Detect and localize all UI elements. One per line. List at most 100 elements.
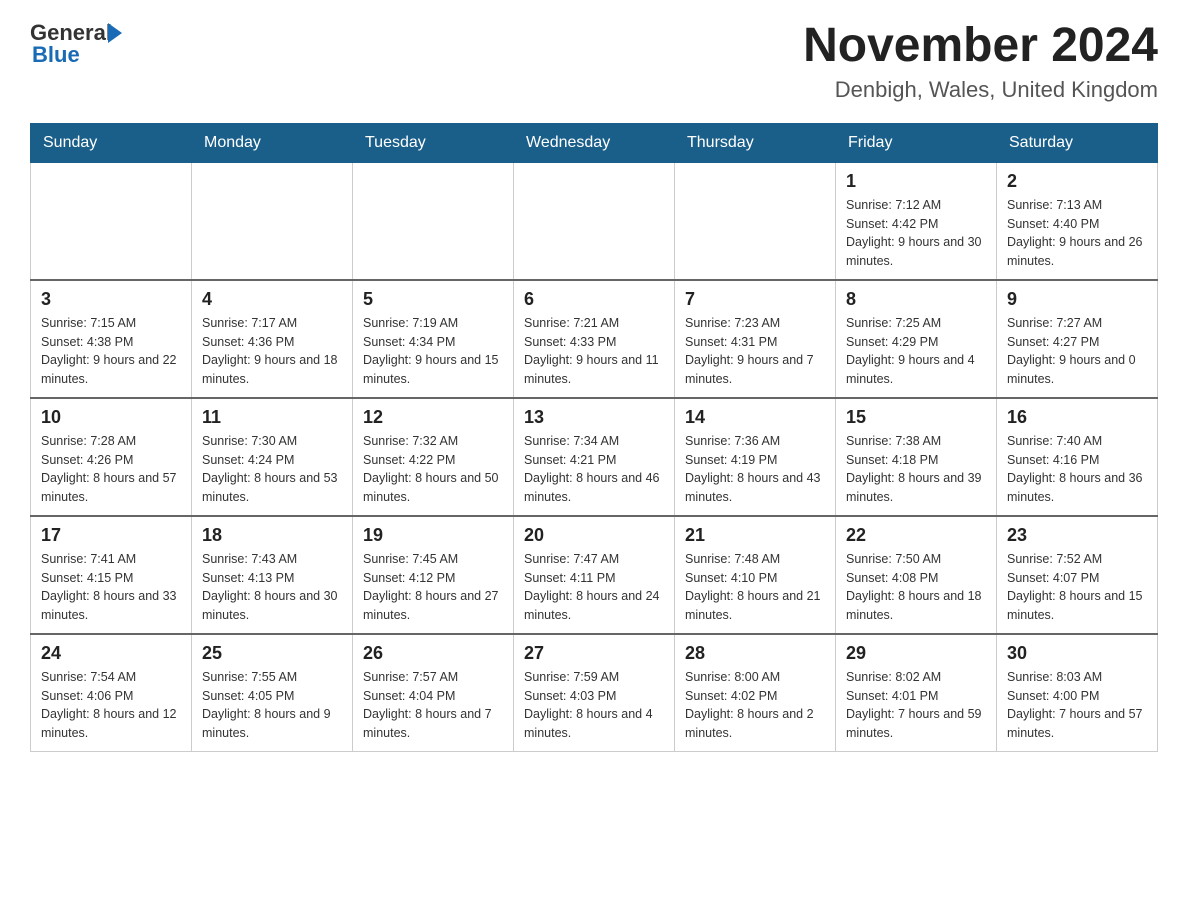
- day-info: Sunrise: 7:17 AMSunset: 4:36 PMDaylight:…: [202, 314, 342, 389]
- day-info: Sunrise: 7:57 AMSunset: 4:04 PMDaylight:…: [363, 668, 503, 743]
- table-row: 19 Sunrise: 7:45 AMSunset: 4:12 PMDayligh…: [353, 516, 514, 634]
- calendar-week-4: 17 Sunrise: 7:41 AMSunset: 4:15 PMDayligh…: [31, 516, 1158, 634]
- day-info: Sunrise: 7:38 AMSunset: 4:18 PMDaylight:…: [846, 432, 986, 507]
- table-row: 6 Sunrise: 7:21 AMSunset: 4:33 PMDaylight…: [514, 280, 675, 398]
- day-info: Sunrise: 7:43 AMSunset: 4:13 PMDaylight:…: [202, 550, 342, 625]
- table-row: 2 Sunrise: 7:13 AMSunset: 4:40 PMDaylight…: [997, 162, 1158, 280]
- calendar-title: November 2024: [803, 20, 1158, 73]
- col-monday: Monday: [192, 123, 353, 162]
- day-info: Sunrise: 7:23 AMSunset: 4:31 PMDaylight:…: [685, 314, 825, 389]
- day-number: 1: [846, 171, 986, 192]
- day-number: 17: [41, 525, 181, 546]
- day-number: 18: [202, 525, 342, 546]
- day-info: Sunrise: 7:45 AMSunset: 4:12 PMDaylight:…: [363, 550, 503, 625]
- day-info: Sunrise: 7:15 AMSunset: 4:38 PMDaylight:…: [41, 314, 181, 389]
- day-info: Sunrise: 7:13 AMSunset: 4:40 PMDaylight:…: [1007, 196, 1147, 271]
- day-info: Sunrise: 7:25 AMSunset: 4:29 PMDaylight:…: [846, 314, 986, 389]
- table-row: 21 Sunrise: 7:48 AMSunset: 4:10 PMDayligh…: [675, 516, 836, 634]
- table-row: 13Sunrise: 7:34 AMSunset: 4:21 PMDayligh…: [514, 398, 675, 516]
- table-row: [192, 162, 353, 280]
- table-row: [353, 162, 514, 280]
- day-info: Sunrise: 7:12 AMSunset: 4:42 PMDaylight:…: [846, 196, 986, 271]
- day-number: 29: [846, 643, 986, 664]
- col-wednesday: Wednesday: [514, 123, 675, 162]
- day-info: Sunrise: 7:59 AMSunset: 4:03 PMDaylight:…: [524, 668, 664, 743]
- table-row: 24 Sunrise: 7:54 AMSunset: 4:06 PMDayligh…: [31, 634, 192, 752]
- table-row: 3 Sunrise: 7:15 AMSunset: 4:38 PMDaylight…: [31, 280, 192, 398]
- table-row: 14 Sunrise: 7:36 AMSunset: 4:19 PMDayligh…: [675, 398, 836, 516]
- day-number: 28: [685, 643, 825, 664]
- table-row: 9 Sunrise: 7:27 AMSunset: 4:27 PMDaylight…: [997, 280, 1158, 398]
- day-info: Sunrise: 8:00 AMSunset: 4:02 PMDaylight:…: [685, 668, 825, 743]
- table-row: 27Sunrise: 7:59 AMSunset: 4:03 PMDayligh…: [514, 634, 675, 752]
- day-number: 4: [202, 289, 342, 310]
- logo-arrow-icon: [108, 23, 122, 43]
- day-info: Sunrise: 7:30 AMSunset: 4:24 PMDaylight:…: [202, 432, 342, 507]
- day-number: 20: [524, 525, 664, 546]
- table-row: 5Sunrise: 7:19 AMSunset: 4:34 PMDaylight…: [353, 280, 514, 398]
- day-number: 19: [363, 525, 503, 546]
- day-info: Sunrise: 7:28 AMSunset: 4:26 PMDaylight:…: [41, 432, 181, 507]
- day-number: 5: [363, 289, 503, 310]
- table-row: 11 Sunrise: 7:30 AMSunset: 4:24 PMDayligh…: [192, 398, 353, 516]
- table-row: 16Sunrise: 7:40 AMSunset: 4:16 PMDayligh…: [997, 398, 1158, 516]
- day-number: 12: [363, 407, 503, 428]
- day-number: 6: [524, 289, 664, 310]
- table-row: 28 Sunrise: 8:00 AMSunset: 4:02 PMDayligh…: [675, 634, 836, 752]
- table-row: 26 Sunrise: 7:57 AMSunset: 4:04 PMDayligh…: [353, 634, 514, 752]
- day-number: 26: [363, 643, 503, 664]
- day-info: Sunrise: 7:36 AMSunset: 4:19 PMDaylight:…: [685, 432, 825, 507]
- logo-icon: General Blue: [30, 20, 122, 68]
- day-number: 9: [1007, 289, 1147, 310]
- day-number: 10: [41, 407, 181, 428]
- table-row: 10 Sunrise: 7:28 AMSunset: 4:26 PMDayligh…: [31, 398, 192, 516]
- table-row: 17 Sunrise: 7:41 AMSunset: 4:15 PMDayligh…: [31, 516, 192, 634]
- day-number: 11: [202, 407, 342, 428]
- calendar-week-3: 10 Sunrise: 7:28 AMSunset: 4:26 PMDayligh…: [31, 398, 1158, 516]
- col-tuesday: Tuesday: [353, 123, 514, 162]
- day-info: Sunrise: 7:48 AMSunset: 4:10 PMDaylight:…: [685, 550, 825, 625]
- day-info: Sunrise: 8:03 AMSunset: 4:00 PMDaylight:…: [1007, 668, 1147, 743]
- calendar-week-2: 3 Sunrise: 7:15 AMSunset: 4:38 PMDaylight…: [31, 280, 1158, 398]
- day-info: Sunrise: 8:02 AMSunset: 4:01 PMDaylight:…: [846, 668, 986, 743]
- day-info: Sunrise: 7:21 AMSunset: 4:33 PMDaylight:…: [524, 314, 664, 389]
- day-number: 15: [846, 407, 986, 428]
- calendar-subtitle: Denbigh, Wales, United Kingdom: [803, 77, 1158, 103]
- table-row: 29 Sunrise: 8:02 AMSunset: 4:01 PMDayligh…: [836, 634, 997, 752]
- day-number: 21: [685, 525, 825, 546]
- day-info: Sunrise: 7:41 AMSunset: 4:15 PMDaylight:…: [41, 550, 181, 625]
- calendar-table: Sunday Monday Tuesday Wednesday Thursday…: [30, 123, 1158, 752]
- col-saturday: Saturday: [997, 123, 1158, 162]
- table-row: 15 Sunrise: 7:38 AMSunset: 4:18 PMDayligh…: [836, 398, 997, 516]
- col-thursday: Thursday: [675, 123, 836, 162]
- table-row: 8 Sunrise: 7:25 AMSunset: 4:29 PMDaylight…: [836, 280, 997, 398]
- table-row: 23 Sunrise: 7:52 AMSunset: 4:07 PMDayligh…: [997, 516, 1158, 634]
- day-number: 3: [41, 289, 181, 310]
- col-friday: Friday: [836, 123, 997, 162]
- page-header: General Blue November 2024 Denbigh, Wale…: [30, 20, 1158, 103]
- day-info: Sunrise: 7:27 AMSunset: 4:27 PMDaylight:…: [1007, 314, 1147, 389]
- table-row: 22Sunrise: 7:50 AMSunset: 4:08 PMDayligh…: [836, 516, 997, 634]
- table-row: [514, 162, 675, 280]
- table-row: 7 Sunrise: 7:23 AMSunset: 4:31 PMDaylight…: [675, 280, 836, 398]
- day-info: Sunrise: 7:34 AMSunset: 4:21 PMDaylight:…: [524, 432, 664, 507]
- table-row: [31, 162, 192, 280]
- day-number: 2: [1007, 171, 1147, 192]
- day-info: Sunrise: 7:54 AMSunset: 4:06 PMDaylight:…: [41, 668, 181, 743]
- day-info: Sunrise: 7:52 AMSunset: 4:07 PMDaylight:…: [1007, 550, 1147, 625]
- logo-text-blue: Blue: [30, 42, 80, 68]
- col-sunday: Sunday: [31, 123, 192, 162]
- day-number: 7: [685, 289, 825, 310]
- table-row: 18 Sunrise: 7:43 AMSunset: 4:13 PMDayligh…: [192, 516, 353, 634]
- day-number: 8: [846, 289, 986, 310]
- day-number: 14: [685, 407, 825, 428]
- calendar-week-1: 1 Sunrise: 7:12 AMSunset: 4:42 PMDaylight…: [31, 162, 1158, 280]
- day-info: Sunrise: 7:55 AMSunset: 4:05 PMDaylight:…: [202, 668, 342, 743]
- table-row: 1 Sunrise: 7:12 AMSunset: 4:42 PMDaylight…: [836, 162, 997, 280]
- table-row: 25 Sunrise: 7:55 AMSunset: 4:05 PMDayligh…: [192, 634, 353, 752]
- table-row: 30Sunrise: 8:03 AMSunset: 4:00 PMDayligh…: [997, 634, 1158, 752]
- day-info: Sunrise: 7:32 AMSunset: 4:22 PMDaylight:…: [363, 432, 503, 507]
- day-number: 25: [202, 643, 342, 664]
- day-number: 23: [1007, 525, 1147, 546]
- day-number: 24: [41, 643, 181, 664]
